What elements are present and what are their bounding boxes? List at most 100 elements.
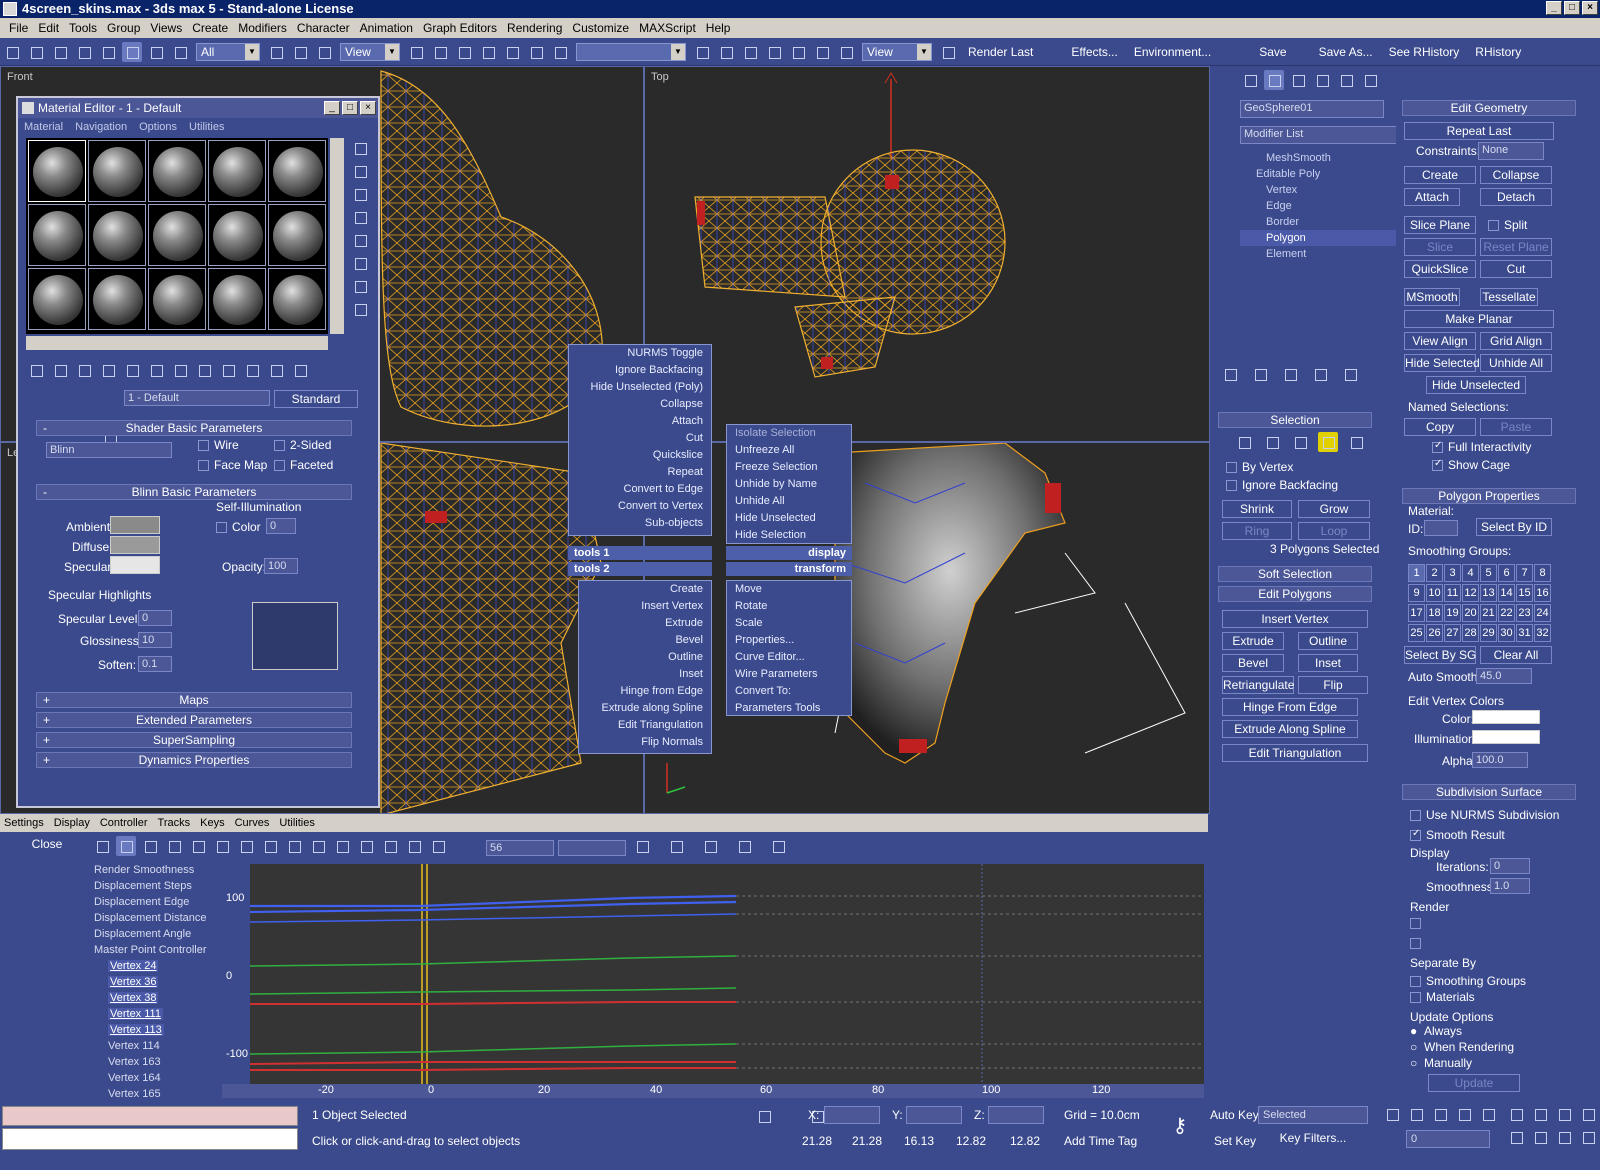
mat-menu-options[interactable]: Options <box>139 118 177 136</box>
modifier-list-dropdown[interactable]: Modifier List <box>1240 126 1400 144</box>
stack-vertex[interactable]: Vertex <box>1266 184 1297 196</box>
menu-tools[interactable]: Tools <box>64 21 102 35</box>
maximize-button[interactable]: □ <box>1564 1 1580 15</box>
quad-item-ignore-backfacing[interactable]: Ignore Backfacing <box>577 362 703 379</box>
render-smoothness-checkbox[interactable] <box>1410 938 1421 949</box>
smoothing-group-19-button[interactable]: 19 <box>1444 604 1461 622</box>
tree-vertex-36[interactable]: Vertex 36 <box>108 976 159 988</box>
quad-item-convert-to-edge[interactable]: Convert to Edge <box>577 481 704 498</box>
go-to-end-icon[interactable] <box>1478 1104 1498 1124</box>
sample-slot-1[interactable] <box>28 140 86 202</box>
menu-file[interactable]: File <box>4 21 33 35</box>
quad-item-properties[interactable]: Properties... <box>735 632 843 649</box>
sample-hscrollbar[interactable] <box>26 336 328 350</box>
smoothing-group-2-button[interactable]: 2 <box>1426 564 1443 582</box>
tree-displacement-angle[interactable]: Displacement Angle <box>94 928 191 940</box>
sample-uv-tiling-icon[interactable] <box>350 207 370 227</box>
stack-element[interactable]: Element <box>1266 248 1306 260</box>
msmooth-button[interactable]: MSmooth <box>1404 288 1460 306</box>
smoothing-group-28-button[interactable]: 28 <box>1462 624 1479 642</box>
quad-item-extrude-along-spline[interactable]: Extrude along Spline <box>587 700 703 717</box>
smoothing-group-22-button[interactable]: 22 <box>1498 604 1515 622</box>
smoothing-group-24-button[interactable]: 24 <box>1534 604 1551 622</box>
environment-button[interactable]: Environment... <box>1134 45 1211 59</box>
undo-icon[interactable] <box>2 42 22 62</box>
split-checkbox[interactable] <box>1488 220 1499 231</box>
stack-edge[interactable]: Edge <box>1266 200 1292 212</box>
material-id-field[interactable] <box>1424 520 1458 536</box>
constraints-dropdown[interactable]: None <box>1478 142 1544 160</box>
blinn-basic-rollout[interactable]: - Blinn Basic Parameters <box>36 484 352 500</box>
material-effects-channel-icon[interactable] <box>194 360 214 380</box>
slice-plane-button[interactable]: Slice Plane <box>1404 216 1476 234</box>
reset-map-icon[interactable] <box>98 360 118 380</box>
reference-coordinate-dropdown[interactable]: View <box>340 42 400 61</box>
video-color-check-icon[interactable] <box>350 230 370 250</box>
quad-item-freeze-selection[interactable]: Freeze Selection <box>735 459 843 476</box>
lock-selection-icon[interactable] <box>754 1106 774 1126</box>
configure-modifier-sets-icon[interactable] <box>1340 364 1360 384</box>
extrude-along-spline-button[interactable]: Extrude Along Spline <box>1222 720 1358 738</box>
show-end-result-toggle-icon[interactable] <box>1250 364 1270 384</box>
menu-animation[interactable]: Animation <box>355 21 418 35</box>
stack-meshsmooth[interactable]: MeshSmooth <box>1266 152 1331 164</box>
hinge-from-edge-button[interactable]: Hinge From Edge <box>1222 698 1358 716</box>
ambient-swatch[interactable] <box>110 516 160 534</box>
opacity-value[interactable]: 100 <box>264 558 298 574</box>
sample-slot-11[interactable] <box>28 268 86 330</box>
smoothing-group-6-button[interactable]: 6 <box>1498 564 1515 582</box>
hide-unselected-button[interactable]: Hide Unselected <box>1426 376 1526 394</box>
go-to-start-icon[interactable] <box>1382 1104 1402 1124</box>
make-copy-icon[interactable] <box>122 360 142 380</box>
render-scene-icon[interactable] <box>836 42 856 62</box>
specular-level-value[interactable]: 0 <box>138 610 172 626</box>
tree-vertex-164[interactable]: Vertex 164 <box>108 1072 161 1084</box>
zoom-icon[interactable] <box>734 836 754 856</box>
tv-menu-keys[interactable]: Keys <box>200 817 224 829</box>
key-mode-dropdown[interactable]: Selected <box>1258 1106 1368 1124</box>
smoothing-group-5-button[interactable]: 5 <box>1480 564 1497 582</box>
diffuse-swatch[interactable] <box>110 536 160 554</box>
quad-item-unhide-all[interactable]: Unhide All <box>735 493 843 510</box>
move-keys-icon[interactable] <box>116 836 136 856</box>
frame-field[interactable]: 56 <box>486 840 554 856</box>
put-to-library-icon[interactable] <box>170 360 190 380</box>
display-tab-icon[interactable] <box>1336 70 1356 90</box>
see-rhistory-button[interactable]: See RHistory <box>1389 45 1460 59</box>
material-editor-titlebar[interactable]: Material Editor - 1 - Default _ □ × <box>18 98 378 118</box>
maps-rollout[interactable]: + Maps <box>36 692 352 708</box>
x-coord-field[interactable] <box>824 1106 880 1124</box>
zoom-extents-icon[interactable] <box>1554 1104 1574 1124</box>
alpha-value[interactable]: 100.0 <box>1472 752 1528 768</box>
quad-item-move[interactable]: Move <box>735 581 843 598</box>
material-editor-icon[interactable] <box>812 42 832 62</box>
get-material-icon[interactable] <box>26 360 46 380</box>
tree-render-smoothness[interactable]: Render Smoothness <box>94 864 194 876</box>
smoothing-group-27-button[interactable]: 27 <box>1444 624 1461 642</box>
attach-button[interactable]: Attach <box>1404 188 1460 206</box>
tree-displacement-distance[interactable]: Displacement Distance <box>94 912 207 924</box>
quad-item-curve-editor[interactable]: Curve Editor... <box>735 649 843 666</box>
mat-options-icon[interactable] <box>350 276 370 296</box>
zoom-region-icon[interactable] <box>768 836 788 856</box>
select-by-material-icon[interactable] <box>350 299 370 319</box>
tree-master-point-controller[interactable]: Master Point Controller <box>94 944 207 956</box>
tree-vertex-114[interactable]: Vertex 114 <box>108 1040 160 1052</box>
edit-triangulation-button[interactable]: Edit Triangulation <box>1222 744 1368 762</box>
specular-swatch[interactable] <box>110 556 160 574</box>
scale-values-icon[interactable] <box>212 836 232 856</box>
tessellate-button[interactable]: Tessellate <box>1480 288 1538 306</box>
smoothing-group-14-button[interactable]: 14 <box>1498 584 1515 602</box>
menu-character[interactable]: Character <box>292 21 355 35</box>
put-material-icon[interactable] <box>50 360 70 380</box>
tangent-slow-icon[interactable] <box>356 836 376 856</box>
element-subobject-icon[interactable] <box>1346 432 1366 452</box>
select-scale-icon[interactable] <box>314 42 334 62</box>
smoothing-group-20-button[interactable]: 20 <box>1462 604 1479 622</box>
mat-menu-navigation[interactable]: Navigation <box>75 118 127 136</box>
curve-graph[interactable] <box>250 864 1204 1084</box>
scale-keys-icon[interactable] <box>188 836 208 856</box>
tree-vertex-24[interactable]: Vertex 24 <box>108 960 159 972</box>
pin-stack-icon[interactable] <box>1220 364 1240 384</box>
face-map-checkbox[interactable] <box>198 460 209 471</box>
